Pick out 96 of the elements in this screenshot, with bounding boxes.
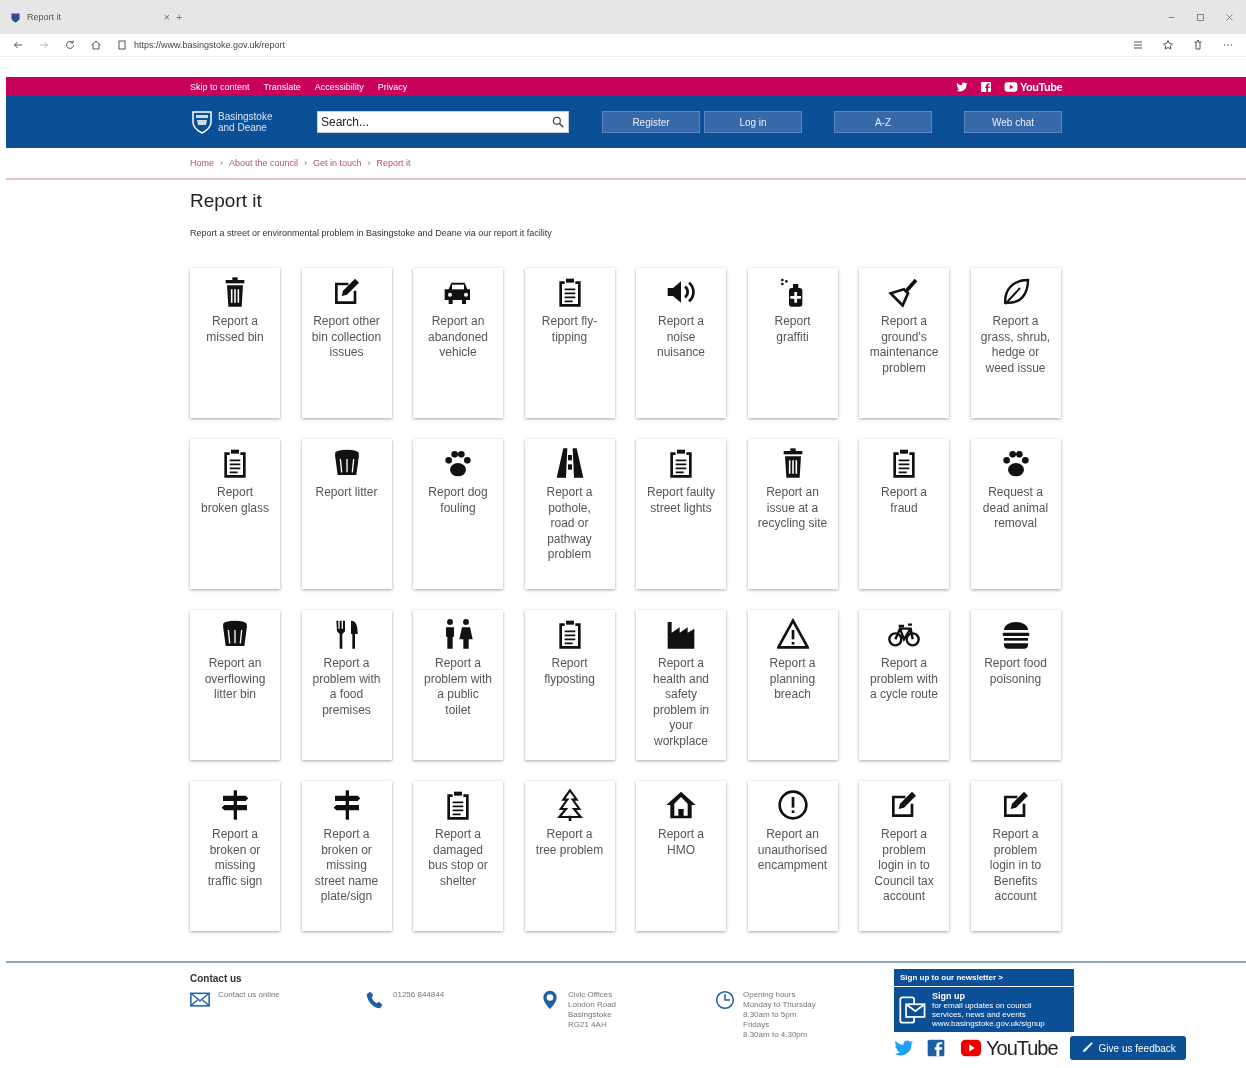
top-link[interactable]: Skip to content (190, 81, 250, 92)
close-icon[interactable] (1225, 12, 1234, 22)
report-card[interactable]: Report a tree problem (524, 781, 615, 931)
twitter-icon[interactable] (894, 1038, 914, 1058)
contact-text: Civic Offices London Road Basingstoke RG21 4AH (568, 990, 617, 1031)
report-card[interactable]: Report graffiti (747, 268, 838, 418)
report-card[interactable]: Report an unauthorised encampment (747, 781, 838, 931)
play-icon (958, 1037, 984, 1059)
facebook-icon[interactable] (926, 1038, 946, 1058)
report-card[interactable]: Report faulty street lights (636, 439, 726, 589)
contact-text: 01256 844844 (393, 990, 445, 1001)
report-card[interactable]: Report a problem with a public toilet (413, 610, 503, 760)
report-card[interactable]: Report broken glass (190, 439, 280, 589)
report-card[interactable]: Report a broken or missing street name plate/sign (301, 781, 392, 931)
tab-title: Report it (27, 12, 62, 22)
breadcrumb-link[interactable]: Home (190, 158, 214, 168)
report-card[interactable]: Report food poisoning (970, 610, 1061, 760)
shield-icon (10, 11, 21, 23)
breadcrumb-link[interactable]: Report it (376, 158, 411, 168)
contact-text[interactable]: Contact us online (218, 990, 280, 1040)
logo-text: Basingstoke (218, 111, 273, 122)
phone-icon (365, 990, 385, 1010)
report-card[interactable]: Request a dead animal removal (970, 439, 1061, 589)
header-button[interactable]: Web chat (964, 111, 1062, 133)
top-link[interactable]: Accessibility (314, 81, 364, 92)
maximize-icon[interactable] (1196, 12, 1205, 22)
report-card[interactable]: Report a ground's maintenance problem (859, 268, 949, 418)
report-card[interactable]: Report a problem with a food premises (301, 610, 392, 760)
footer-heading: Contact us (190, 973, 243, 984)
breadcrumb-link[interactable]: About the council (229, 158, 299, 168)
report-card[interactable]: Report flyposting (524, 610, 615, 760)
facebook-icon[interactable] (980, 80, 993, 93)
intro-text: Report a street or environmental problem in Basingstoke and Deane via our report it facility (190, 228, 553, 238)
report-card[interactable]: Report an overflowing litter bin (190, 610, 280, 760)
alert-icon (776, 789, 809, 821)
header-button[interactable]: Log in (704, 111, 802, 133)
feedback-button[interactable]: Give us feedback (1069, 1036, 1186, 1060)
new-tab-button[interactable]: + (176, 11, 183, 23)
reading-view-icon[interactable] (1132, 39, 1144, 51)
report-card[interactable]: Report an abandoned vehicle (413, 268, 503, 418)
page-icon (116, 39, 128, 51)
youtube-logo-text: YouTube (986, 1036, 1058, 1060)
search-field[interactable]: Search... (317, 111, 569, 133)
report-card[interactable]: Report dog fouling (413, 439, 503, 589)
clock-icon (715, 990, 735, 1010)
report-card[interactable]: Report other bin collection issues (301, 268, 392, 418)
report-card[interactable]: Report a broken or missing traffic sign (190, 781, 280, 931)
location-pin-icon (540, 990, 560, 1010)
star-icon[interactable] (1162, 39, 1174, 51)
header-button[interactable]: Register (602, 111, 700, 133)
breadcrumb-separator: › (220, 158, 223, 168)
top-link[interactable]: Privacy (377, 81, 408, 92)
crest-icon (190, 108, 214, 136)
report-card[interactable]: Report a problem login in to Council tax account (859, 781, 949, 931)
youtube-link[interactable]: YouTube (1004, 79, 1062, 94)
signpost-icon (219, 789, 251, 821)
warning-icon (776, 618, 809, 650)
back-icon[interactable] (12, 39, 24, 51)
youtube-logo-text: YouTube (1020, 80, 1062, 93)
report-card[interactable]: Report fly-tipping (524, 268, 615, 418)
breadcrumb-separator: › (367, 158, 371, 168)
search-icon[interactable] (551, 115, 565, 129)
report-card[interactable]: Report a grass, shrub, hedge or weed issue (970, 268, 1061, 418)
report-card[interactable]: Report a fraud (859, 439, 949, 589)
house-icon (665, 789, 697, 821)
breadcrumb-link[interactable]: Get in touch (313, 158, 362, 168)
address-field[interactable]: https://www.basingstoke.gov.uk/report (134, 40, 285, 50)
report-card[interactable]: Report an issue at a recycling site (747, 439, 838, 589)
newsletter-banner[interactable]: Sign up to our newsletter > Sign up for email updates on council services, news and events www.basingstoke.gov.uk/signup (894, 969, 1074, 1032)
report-card[interactable]: Report litter (301, 439, 392, 589)
breadcrumb-separator: › (304, 158, 308, 168)
contact-text: Opening hours Monday to Thursday 8.30am to 5pm Fridays 8.30am to 4.30pm (743, 990, 816, 1040)
twitter-icon[interactable] (956, 80, 969, 93)
report-card[interactable]: Report a planning breach (747, 610, 838, 760)
browser-tab[interactable]: Report it × (10, 0, 170, 34)
report-card[interactable]: Report a HMO (636, 781, 726, 931)
newsletter-text: for email updates on council services, news and events www.basingstoke.gov.uk/signup (932, 1001, 1045, 1028)
report-card[interactable]: Report a missed bin (190, 268, 280, 418)
logo-text: and Deane (218, 122, 267, 133)
refresh-icon[interactable] (64, 39, 76, 51)
envelope-icon (190, 990, 210, 1010)
report-card[interactable]: Report a problem with a cycle route (859, 610, 949, 760)
newsletter-heading: Sign up (932, 991, 966, 1001)
page-heading: Report it (190, 190, 263, 212)
top-link[interactable]: Translate (263, 81, 301, 92)
report-card[interactable]: Report a noise nuisance (636, 268, 726, 418)
youtube-link[interactable]: YouTube (958, 1036, 1058, 1060)
report-card[interactable]: Report a problem login in to Benefits account (970, 781, 1061, 931)
home-icon[interactable] (90, 39, 102, 51)
broom-icon (888, 276, 920, 308)
header-button[interactable]: A-Z (834, 111, 932, 133)
report-card[interactable]: Report a damaged bus stop or shelter (413, 781, 503, 931)
report-card[interactable]: Report a pothole, road or pathway problem (524, 439, 615, 589)
newsletter-title: Sign up to our newsletter > (894, 969, 1074, 987)
report-card[interactable]: Report a health and safety problem in your workplace (636, 610, 726, 760)
close-tab-button[interactable]: × (163, 11, 170, 23)
